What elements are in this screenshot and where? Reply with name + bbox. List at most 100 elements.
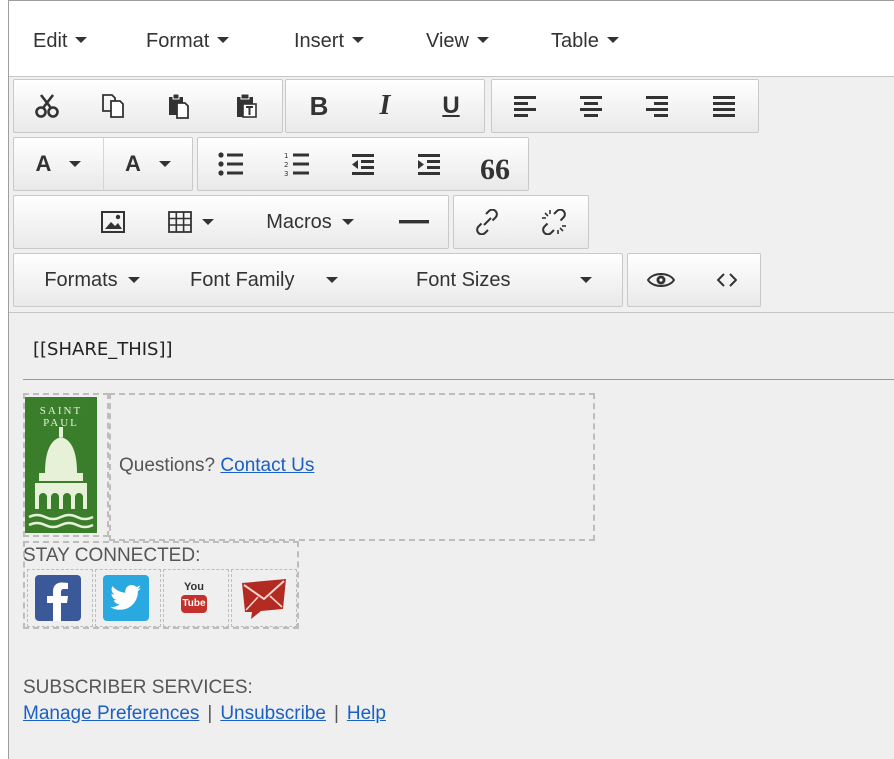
align-right-icon (646, 96, 668, 117)
underline-button[interactable]: U (418, 80, 484, 132)
source-code-button[interactable] (694, 254, 760, 306)
twitter-icon[interactable] (103, 575, 149, 621)
background-color-button[interactable]: A (104, 138, 192, 190)
align-right-button[interactable] (624, 80, 690, 132)
youtube-icon[interactable]: You Tube (171, 575, 217, 621)
bullet-list-icon (218, 152, 243, 176)
italic-button[interactable]: I (352, 80, 418, 132)
youtube-you-text: You (184, 581, 204, 593)
alignment-group (491, 79, 759, 133)
text-color-icon: A (35, 151, 52, 176)
unlink-button[interactable] (520, 196, 588, 248)
youtube-tube-text: Tube (181, 595, 207, 613)
svg-text:1: 1 (284, 152, 288, 160)
font-sizes-label: Font Sizes (416, 268, 511, 291)
paste-button[interactable] (146, 80, 212, 132)
unlink-icon (542, 209, 566, 235)
blockquote-button[interactable]: 66 (462, 138, 528, 190)
paste-icon (169, 93, 189, 119)
align-center-icon (580, 96, 602, 117)
email-icon[interactable] (239, 575, 286, 621)
numbered-list-icon: 1 2 3 (284, 152, 309, 177)
text-color-button[interactable]: A (14, 138, 104, 190)
horizontal-rule-button[interactable] (380, 196, 448, 248)
cut-button[interactable] (14, 80, 80, 132)
toolbar: B I U A A 1 2 3 66 Macros Formats Font F… (9, 77, 894, 313)
macros-label: Macros (266, 210, 332, 233)
indent-icon (418, 154, 440, 175)
menubar: Edit Format Insert View Table (9, 1, 894, 77)
menu-table-label: Table (551, 30, 599, 52)
bold-button[interactable]: B (286, 80, 352, 132)
numbered-list-button[interactable]: 1 2 3 (264, 138, 330, 190)
link-group (453, 195, 589, 249)
paste-text-icon (237, 93, 257, 118)
cathedral-dome-icon (28, 427, 94, 529)
align-left-button[interactable] (492, 80, 558, 132)
image-icon (101, 211, 125, 233)
align-justify-button[interactable] (690, 80, 758, 132)
subscriber-services-label: SUBSCRIBER SERVICES: (23, 677, 253, 698)
share-this-placeholder: [[SHARE_THIS]] (33, 339, 173, 360)
italic-icon: I (379, 90, 391, 121)
outdent-icon (352, 154, 374, 175)
table-icon (168, 211, 192, 233)
subscriber-links: Manage Preferences | Unsubscribe | Help (23, 703, 386, 725)
insert-group: Macros (13, 195, 449, 249)
chevron-down-icon (341, 219, 354, 225)
indent-button[interactable] (396, 138, 462, 190)
facebook-icon[interactable] (35, 575, 81, 621)
bullet-list-button[interactable] (198, 138, 264, 190)
unsubscribe-link[interactable]: Unsubscribe (220, 703, 326, 724)
macros-button[interactable]: Macros (240, 196, 380, 248)
align-center-button[interactable] (558, 80, 624, 132)
chevron-down-icon[interactable] (158, 161, 171, 167)
stay-connected-label: STAY CONNECTED: (23, 545, 201, 566)
background-color-icon: A (125, 151, 141, 176)
underline-icon: U (442, 92, 460, 119)
horizontal-rule (23, 379, 894, 380)
format-dropdown-group: Formats Font Family Font Sizes (13, 253, 623, 307)
contact-us-link[interactable]: Contact Us (220, 455, 314, 476)
help-link[interactable]: Help (347, 703, 386, 724)
saint-paul-logo: SAINT PAUL (25, 397, 97, 533)
font-family-label: Font Family (190, 268, 295, 291)
chevron-down-icon (75, 37, 88, 43)
clipboard-group (13, 79, 283, 133)
svg-text:2: 2 (284, 161, 288, 169)
chevron-down-icon (477, 37, 489, 43)
preview-eye-icon (647, 273, 675, 287)
text-style-group: B I U (285, 79, 485, 133)
horizontal-rule-icon (399, 220, 429, 224)
copy-button[interactable] (80, 80, 146, 132)
menu-edit[interactable]: Edit (33, 25, 88, 57)
insert-image-button[interactable] (80, 196, 146, 248)
copy-icon (102, 94, 124, 118)
insert-table-button[interactable] (146, 196, 236, 248)
link-icon (476, 209, 498, 235)
outdent-button[interactable] (330, 138, 396, 190)
editor-content-area[interactable]: [[SHARE_THIS]] SAINT PAUL Questions? Con… (9, 313, 894, 759)
chevron-down-icon (202, 219, 214, 225)
paste-text-button[interactable] (212, 80, 282, 132)
manage-preferences-link[interactable]: Manage Preferences (23, 703, 199, 724)
chevron-down-icon (352, 37, 365, 43)
chevron-down-icon (606, 37, 619, 43)
menu-format[interactable]: Format (146, 25, 230, 57)
chevron-down-icon[interactable] (69, 161, 82, 167)
logo-text-line1: SAINT (39, 405, 83, 417)
source-code-icon (717, 273, 737, 287)
insert-link-button[interactable] (454, 196, 520, 248)
font-sizes-dropdown[interactable]: Font Sizes (396, 254, 622, 306)
color-group: A A (13, 137, 193, 191)
menu-view[interactable]: View (426, 25, 489, 57)
menu-format-label: Format (146, 30, 210, 52)
menu-edit-label: Edit (33, 30, 68, 52)
questions-label: Questions? (119, 455, 216, 476)
chevron-down-icon (127, 277, 140, 283)
formats-dropdown[interactable]: Formats (14, 254, 170, 306)
menu-table[interactable]: Table (551, 25, 619, 57)
font-family-dropdown[interactable]: Font Family (170, 254, 396, 306)
preview-button[interactable] (628, 254, 694, 306)
menu-insert[interactable]: Insert (294, 25, 365, 57)
